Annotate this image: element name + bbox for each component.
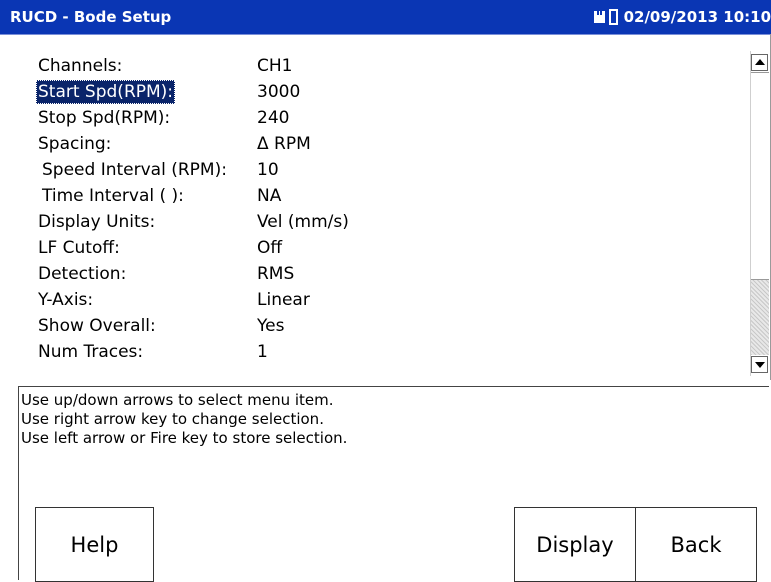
- menu-item-value: Off: [257, 238, 283, 258]
- menu-item-label: Time Interval ( ):: [42, 186, 184, 206]
- menu-item-label: Y-Axis:: [38, 290, 94, 310]
- help-line: Use up/down arrows to select menu item.: [21, 391, 334, 409]
- arrow-down-icon: [755, 362, 765, 368]
- datetime: 02/09/2013 10:10: [623, 8, 771, 26]
- help-line: Use right arrow key to change selection.: [21, 410, 324, 428]
- help-line: Use left arrow or Fire key to store sele…: [21, 429, 348, 447]
- menu-item-time-interval[interactable]: Time Interval ( ): NA: [0, 184, 740, 210]
- menu-item-value: RMS: [257, 264, 295, 284]
- menu-item-value: 10: [257, 160, 279, 180]
- arrow-up-icon: [755, 59, 765, 65]
- battery-icon: [608, 9, 618, 25]
- menu-item-lf-cutoff[interactable]: LF Cutoff: Off: [0, 236, 740, 262]
- back-button[interactable]: Back: [635, 507, 757, 582]
- menu-item-label: Stop Spd(RPM):: [38, 108, 171, 128]
- menu-item-label: Show Overall:: [38, 316, 156, 336]
- display-button[interactable]: Display: [514, 507, 636, 582]
- window-title: RUCD - Bode Setup: [10, 8, 172, 26]
- menu-item-label: Display Units:: [38, 212, 156, 232]
- frame-divider: [18, 500, 19, 580]
- menu-item-spacing[interactable]: Spacing: Δ RPM: [0, 132, 740, 158]
- menu-item-value: Linear: [257, 290, 310, 310]
- menu-item-label: Num Traces:: [38, 342, 144, 362]
- menu-item-display-units[interactable]: Display Units: Vel (mm/s): [0, 210, 740, 236]
- menu-item-label: Speed Interval (RPM):: [42, 160, 227, 180]
- scroll-down-button[interactable]: [751, 356, 768, 373]
- menu-item-label: Channels:: [38, 56, 123, 76]
- help-text-box: Use up/down arrows to select menu item. …: [18, 386, 769, 500]
- menu-item-label: LF Cutoff:: [38, 238, 120, 258]
- menu-item-y-axis[interactable]: Y-Axis: Linear: [0, 288, 740, 314]
- memory-card-icon: [593, 11, 605, 23]
- menu-item-start-speed[interactable]: Start Spd(RPM): 3000: [0, 80, 740, 106]
- menu-item-value: NA: [257, 186, 282, 206]
- settings-menu: Channels: CH1 Start Spd(RPM): 3000 Stop …: [0, 34, 771, 380]
- menu-scrollbar[interactable]: [750, 51, 770, 376]
- menu-item-show-overall[interactable]: Show Overall: Yes: [0, 314, 740, 340]
- menu-item-label: Spacing:: [38, 134, 112, 154]
- menu-item-label: Detection:: [38, 264, 127, 284]
- menu-item-value: Yes: [257, 316, 285, 336]
- menu-item-value: Vel (mm/s): [257, 212, 349, 232]
- menu-item-stop-speed[interactable]: Stop Spd(RPM): 240: [0, 106, 740, 132]
- scrollbar-thumb[interactable]: [751, 72, 769, 280]
- menu-item-channels[interactable]: Channels: CH1: [0, 54, 740, 80]
- menu-item-num-traces[interactable]: Num Traces: 1: [0, 340, 740, 366]
- menu-item-value: 3000: [257, 82, 301, 102]
- scroll-up-button[interactable]: [751, 54, 768, 71]
- status-area: 02/09/2013 10:10: [593, 8, 771, 26]
- menu-item-label: Start Spd(RPM):: [36, 80, 176, 104]
- menu-item-speed-interval[interactable]: Speed Interval (RPM): 10: [0, 158, 740, 184]
- bode-setup-screen: RUCD - Bode Setup 02/09/2013 10:10 Chann…: [0, 0, 771, 582]
- scrollbar-track[interactable]: [751, 280, 769, 355]
- title-bar: RUCD - Bode Setup 02/09/2013 10:10: [0, 0, 771, 35]
- menu-item-value: 1: [257, 342, 268, 362]
- help-button[interactable]: Help: [35, 507, 154, 582]
- menu-item-value: CH1: [257, 56, 293, 76]
- menu-item-value: Δ RPM: [257, 134, 311, 154]
- menu-item-detection[interactable]: Detection: RMS: [0, 262, 740, 288]
- menu-item-value: 240: [257, 108, 290, 128]
